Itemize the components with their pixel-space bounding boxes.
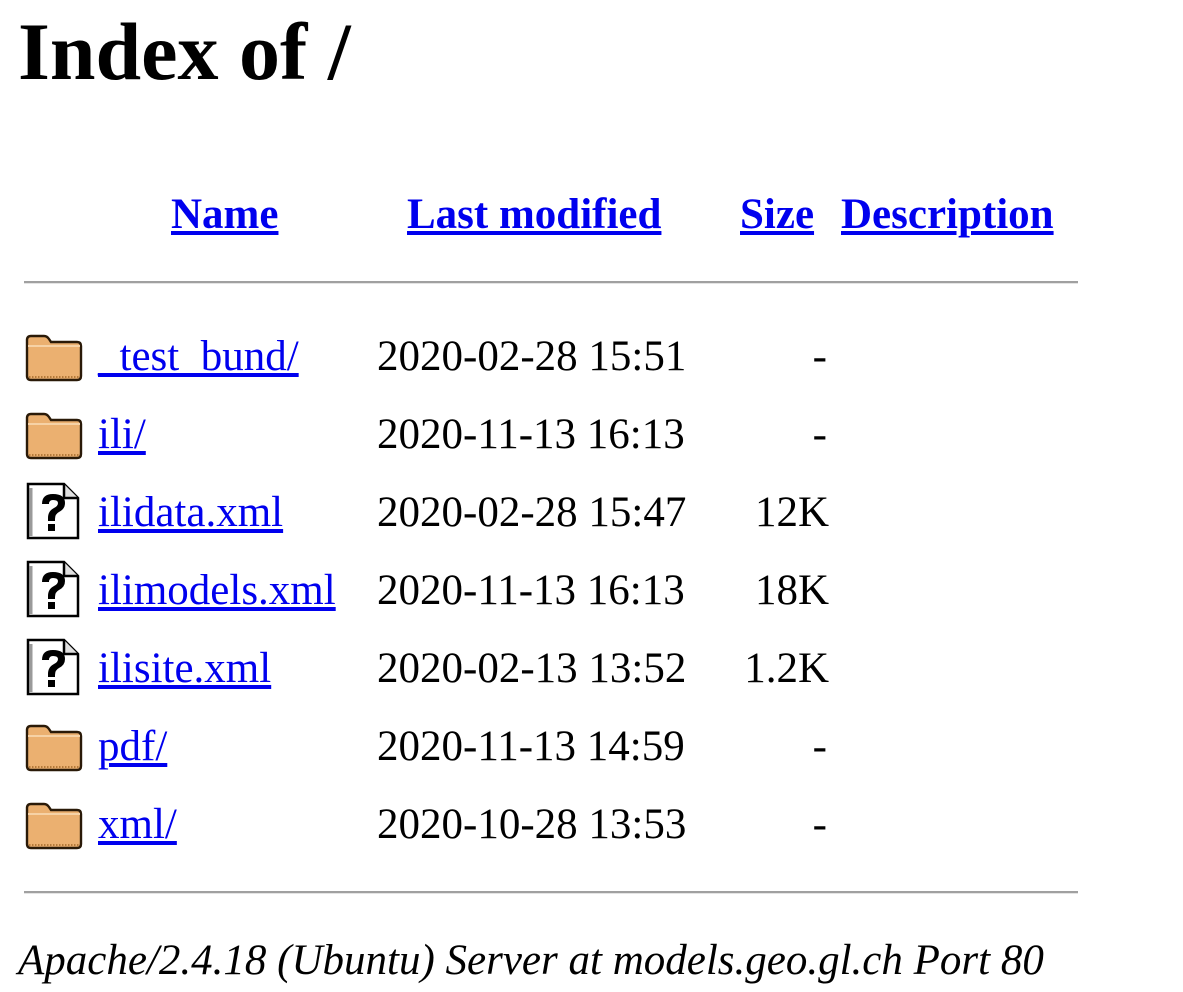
server-signature: Apache/2.4.18 (Ubuntu) Server at models.… — [18, 937, 1044, 984]
sort-by-description-link[interactable]: Description — [841, 188, 1054, 242]
last-modified-value: 2020-02-28 15:51 — [377, 333, 687, 380]
folder-icon — [24, 722, 84, 772]
size-value: 12K — [754, 489, 829, 536]
listing-row: ilimodels.xml 2020-11-13 16:13 18K — [0, 560, 1183, 644]
listing-row: ili/2020-11-13 16:13 - — [0, 410, 1183, 488]
listing-row: _test_bund/2020-02-28 15:51 - — [0, 332, 1183, 410]
size-value: - — [812, 801, 827, 848]
folder-icon — [24, 410, 84, 460]
bottom-divider — [24, 891, 1078, 894]
listing-row: ilisite.xml 2020-02-13 13:52 1.2K — [0, 638, 1183, 722]
listing-row: pdf/2020-11-13 14:59 - — [0, 722, 1183, 800]
sort-by-name-link[interactable]: Name — [171, 188, 278, 242]
last-modified-value: 2020-11-13 16:13 — [377, 411, 685, 458]
last-modified-value: 2020-02-28 15:47 — [377, 489, 687, 536]
entry-link[interactable]: pdf/ — [98, 722, 167, 772]
entry-link[interactable]: xml/ — [98, 800, 177, 850]
page-title: Index of / — [18, 6, 351, 97]
entry-link[interactable]: _test_bund/ — [98, 332, 299, 382]
entry-link[interactable]: ilisite.xml — [98, 644, 271, 694]
last-modified-value: 2020-10-28 13:53 — [377, 801, 687, 848]
top-divider — [24, 281, 1078, 284]
folder-icon — [24, 800, 84, 850]
entry-link[interactable]: ilidata.xml — [98, 488, 283, 538]
size-value: 18K — [754, 567, 829, 614]
size-value: 1.2K — [744, 645, 829, 692]
entry-link[interactable]: ilimodels.xml — [98, 566, 336, 616]
entry-link[interactable]: ili/ — [98, 410, 146, 460]
size-value: - — [812, 411, 827, 458]
unknown-file-icon — [24, 482, 84, 540]
size-value: - — [812, 723, 827, 770]
sort-by-size-link[interactable]: Size — [740, 188, 814, 242]
last-modified-value: 2020-11-13 16:13 — [377, 567, 685, 614]
unknown-file-icon — [24, 560, 84, 618]
sort-by-last-modified-link[interactable]: Last modified — [407, 188, 661, 242]
last-modified-value: 2020-11-13 14:59 — [377, 723, 685, 770]
size-value: - — [812, 333, 827, 380]
listing-row: ilidata.xml 2020-02-28 15:47 12K — [0, 482, 1183, 566]
listing-row: xml/2020-10-28 13:53 - — [0, 800, 1183, 878]
folder-icon — [24, 332, 84, 382]
last-modified-value: 2020-02-13 13:52 — [377, 645, 687, 692]
unknown-file-icon — [24, 638, 84, 696]
